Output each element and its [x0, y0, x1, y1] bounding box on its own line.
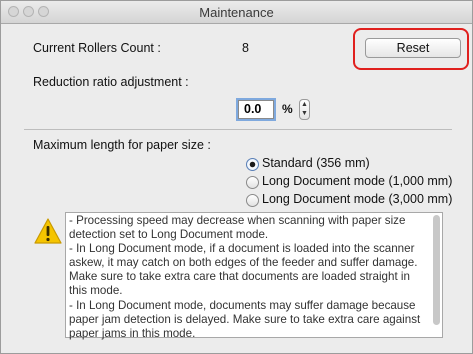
- percent-unit: %: [282, 102, 293, 116]
- radio-standard-label[interactable]: Standard (356 mm): [262, 156, 370, 170]
- window-title: Maintenance: [199, 5, 274, 20]
- warning-icon: [34, 218, 62, 244]
- stepper-icon[interactable]: ▲ ▼: [299, 99, 310, 120]
- radio-long-1000-label[interactable]: Long Document mode (1,000 mm): [262, 174, 452, 188]
- reduction-ratio-label: Reduction ratio adjustment :: [33, 75, 189, 89]
- notes-text: - Processing speed may decrease when sca…: [69, 214, 421, 340]
- maintenance-window: Maintenance Current Rollers Count : 8 Re…: [0, 0, 473, 354]
- radio-standard[interactable]: [246, 158, 259, 171]
- paper-length-label: Maximum length for paper size :: [33, 138, 211, 152]
- notes-textbox[interactable]: - Processing speed may decrease when sca…: [65, 212, 443, 340]
- radio-long-1000[interactable]: [246, 176, 259, 189]
- reset-button[interactable]: Reset: [365, 38, 461, 58]
- rollers-count-label: Current Rollers Count :: [33, 41, 161, 55]
- reduction-ratio-input[interactable]: 0.0: [238, 100, 274, 119]
- radio-long-3000[interactable]: [246, 194, 259, 207]
- title-bar: Maintenance: [1, 1, 472, 24]
- notes-scrollbar[interactable]: [433, 215, 440, 325]
- radio-long-3000-label[interactable]: Long Document mode (3,000 mm): [262, 192, 452, 206]
- section-divider: [24, 129, 452, 130]
- rollers-count-value: 8: [242, 41, 249, 55]
